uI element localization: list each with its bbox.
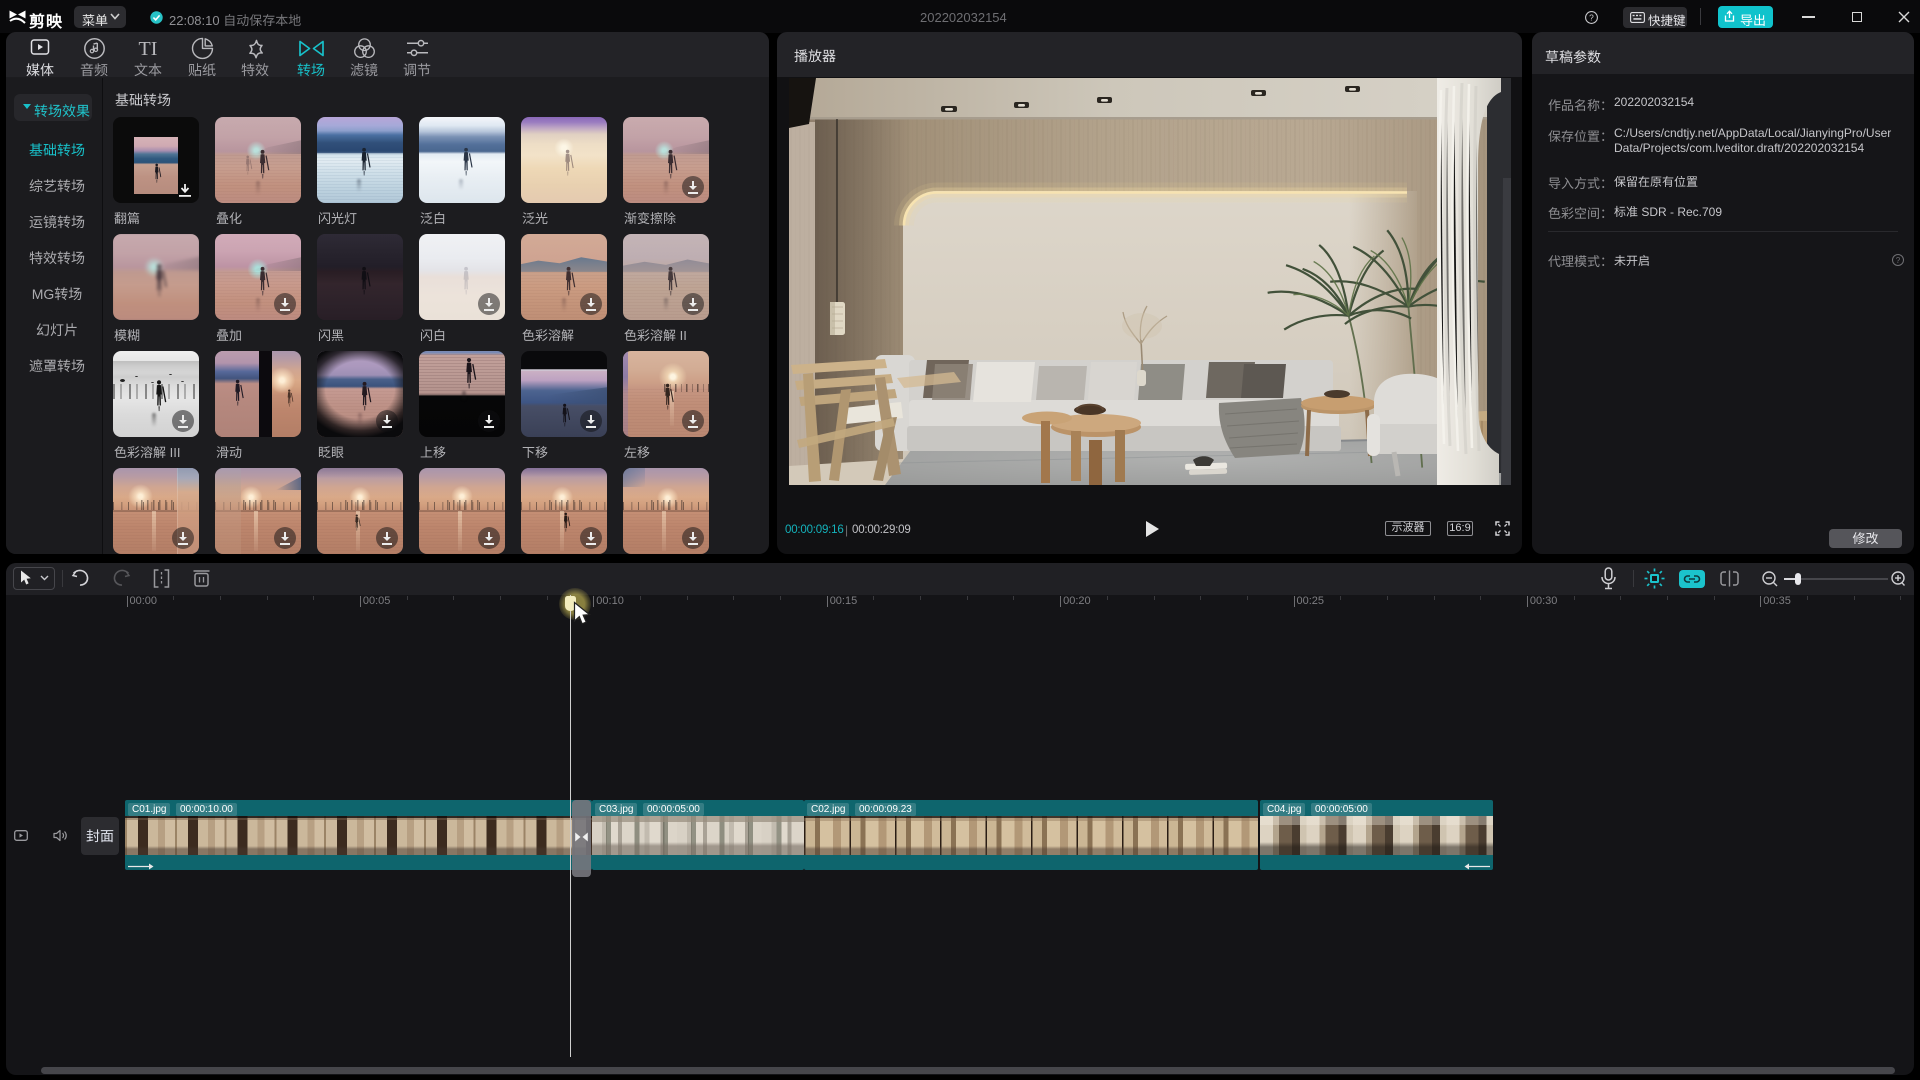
svg-text:?: ? (1896, 256, 1901, 265)
svg-text:?: ? (1589, 12, 1594, 22)
svg-text:TI: TI (139, 38, 158, 60)
